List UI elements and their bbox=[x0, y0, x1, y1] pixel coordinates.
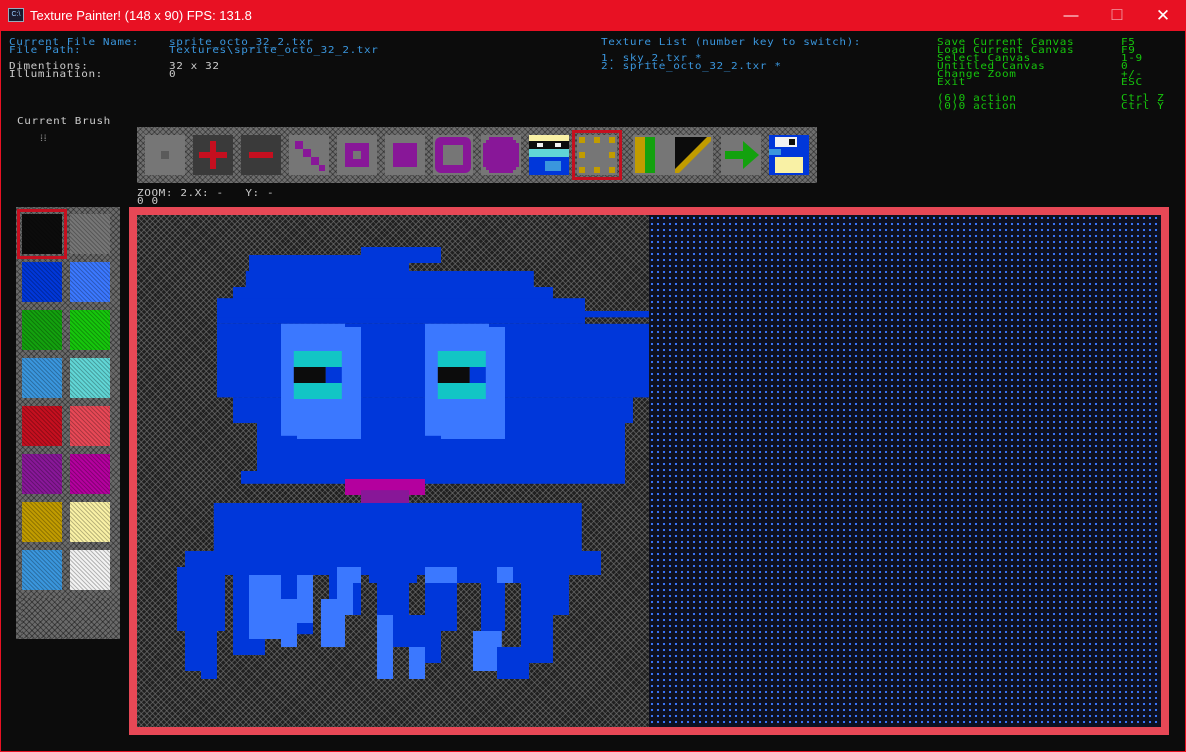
color-swatch[interactable] bbox=[22, 406, 62, 446]
sprite-pixel-block bbox=[437, 367, 470, 383]
shortcut-label: Exit bbox=[937, 76, 966, 88]
sprite-pixel-block bbox=[425, 567, 457, 583]
color-swatch[interactable] bbox=[70, 406, 110, 446]
color-swatch[interactable] bbox=[70, 358, 110, 398]
tool-split-color[interactable] bbox=[633, 135, 673, 175]
color-swatch[interactable] bbox=[22, 454, 62, 494]
tool-diagonal[interactable] bbox=[289, 135, 329, 175]
cursor-readout: 0 0 bbox=[137, 195, 159, 207]
current-brush-label: Current Brush bbox=[17, 115, 111, 127]
square-outline-icon bbox=[345, 143, 369, 167]
split-color-icon bbox=[635, 137, 671, 173]
shortcut-label: (0)0 action bbox=[937, 100, 1017, 112]
sprite-pixel-block bbox=[213, 503, 582, 559]
sprite-pixel-block bbox=[177, 567, 225, 631]
console-app-icon: C:\ bbox=[8, 8, 24, 22]
sprite-pixel-block bbox=[297, 575, 313, 623]
color-palette bbox=[16, 207, 120, 639]
tool-square-fill[interactable] bbox=[385, 135, 425, 175]
color-swatch[interactable] bbox=[17, 209, 67, 259]
character-icon bbox=[529, 135, 569, 175]
sprite-pixel-block bbox=[217, 311, 649, 318]
window-border-left bbox=[0, 31, 1, 752]
sprite-pixel-block bbox=[497, 647, 529, 679]
drawing-canvas[interactable] bbox=[137, 215, 1161, 727]
file-path-label: File Path: bbox=[9, 44, 82, 56]
close-button[interactable]: ✕ bbox=[1140, 0, 1186, 31]
sprite-pixel-block bbox=[249, 575, 281, 639]
tool-square-outline[interactable] bbox=[337, 135, 377, 175]
sprite-pixel-block bbox=[437, 351, 486, 367]
minus-icon bbox=[249, 152, 273, 158]
sprite-pixel-block bbox=[469, 367, 486, 383]
sprite-pixel-block bbox=[293, 351, 342, 367]
sprite-pixel-block bbox=[521, 567, 569, 615]
minimize-button[interactable]: — bbox=[1048, 0, 1094, 31]
floppy-disk-icon bbox=[769, 137, 803, 173]
arrow-right-icon bbox=[725, 141, 759, 169]
maximize-button[interactable]: ☐ bbox=[1094, 0, 1140, 31]
color-swatch[interactable] bbox=[70, 502, 110, 542]
tool-save[interactable] bbox=[769, 135, 809, 175]
color-swatch[interactable] bbox=[70, 454, 110, 494]
sprite-pixel-block bbox=[281, 599, 297, 647]
color-swatch[interactable] bbox=[70, 550, 110, 590]
title-bar: C:\ Texture Painter! (148 x 90) FPS: 131… bbox=[0, 0, 1186, 31]
dimensions-value: 32 x 32 bbox=[169, 60, 220, 72]
tool-palette bbox=[137, 127, 817, 183]
sprite-pixel-block bbox=[345, 567, 361, 583]
color-swatch-transparent[interactable] bbox=[22, 598, 110, 638]
tool-minus[interactable] bbox=[241, 135, 281, 175]
sprite-pixel-block bbox=[409, 647, 425, 679]
color-swatch[interactable] bbox=[22, 310, 62, 350]
color-swatch[interactable] bbox=[22, 502, 62, 542]
dotted-select-icon bbox=[579, 137, 615, 173]
sprite-pixel-block bbox=[293, 383, 342, 399]
color-swatch[interactable] bbox=[22, 550, 62, 590]
sprite-pixel-block bbox=[377, 615, 393, 679]
texture-list-item[interactable]: 2. sprite_octo_32_2.txr * bbox=[601, 61, 782, 70]
canvas-frame bbox=[129, 207, 1169, 735]
sprite-pixel-block bbox=[361, 490, 409, 503]
color-swatch[interactable] bbox=[70, 262, 110, 302]
color-swatch[interactable] bbox=[22, 262, 62, 302]
tool-circle-fill[interactable] bbox=[481, 135, 521, 175]
sprite-pixel-block bbox=[361, 247, 441, 263]
color-swatch[interactable] bbox=[70, 310, 110, 350]
tool-dot-small[interactable] bbox=[145, 135, 185, 175]
shortcut-key: ESC bbox=[1121, 76, 1143, 88]
color-swatch[interactable] bbox=[22, 358, 62, 398]
sprite-pixel-block bbox=[293, 367, 326, 383]
sprite-pixel-block bbox=[497, 567, 513, 583]
tool-rounded-outline[interactable] bbox=[433, 135, 473, 175]
plus-icon bbox=[199, 141, 227, 169]
tool-sprite-preview[interactable] bbox=[529, 135, 569, 175]
sprite-pixel-block bbox=[325, 367, 342, 383]
tool-plus[interactable] bbox=[193, 135, 233, 175]
shortcut-key: Ctrl Y bbox=[1121, 100, 1165, 112]
color-swatch[interactable] bbox=[70, 214, 110, 254]
tool-dotted-select[interactable] bbox=[572, 130, 622, 180]
circle-fill-icon bbox=[483, 137, 519, 173]
texture-list-title: Texture List (number key to switch): bbox=[601, 36, 862, 48]
illumination-label: Illumination: bbox=[9, 68, 103, 80]
sprite-pixel-block bbox=[241, 471, 625, 484]
file-path-value: Textures\sprite_octo_32_2.txr bbox=[169, 44, 379, 56]
diagonal-line-icon bbox=[295, 141, 325, 171]
small-square-icon bbox=[161, 151, 169, 159]
current-brush-preview: ⁞⁞ bbox=[40, 132, 48, 144]
window-title: Texture Painter! (148 x 90) FPS: 131.8 bbox=[30, 8, 252, 23]
rounded-square-icon bbox=[435, 137, 471, 173]
sprite-pixel-block bbox=[201, 647, 217, 679]
octopus-sprite bbox=[177, 247, 649, 679]
tool-arrow[interactable] bbox=[721, 135, 761, 175]
canvas-empty-area bbox=[649, 215, 1161, 727]
illumination-value: 0 bbox=[169, 68, 177, 80]
tool-line-draw[interactable] bbox=[673, 135, 713, 175]
sprite-pixel-block bbox=[437, 383, 486, 399]
line-draw-icon bbox=[675, 137, 711, 173]
square-fill-icon bbox=[393, 143, 417, 167]
